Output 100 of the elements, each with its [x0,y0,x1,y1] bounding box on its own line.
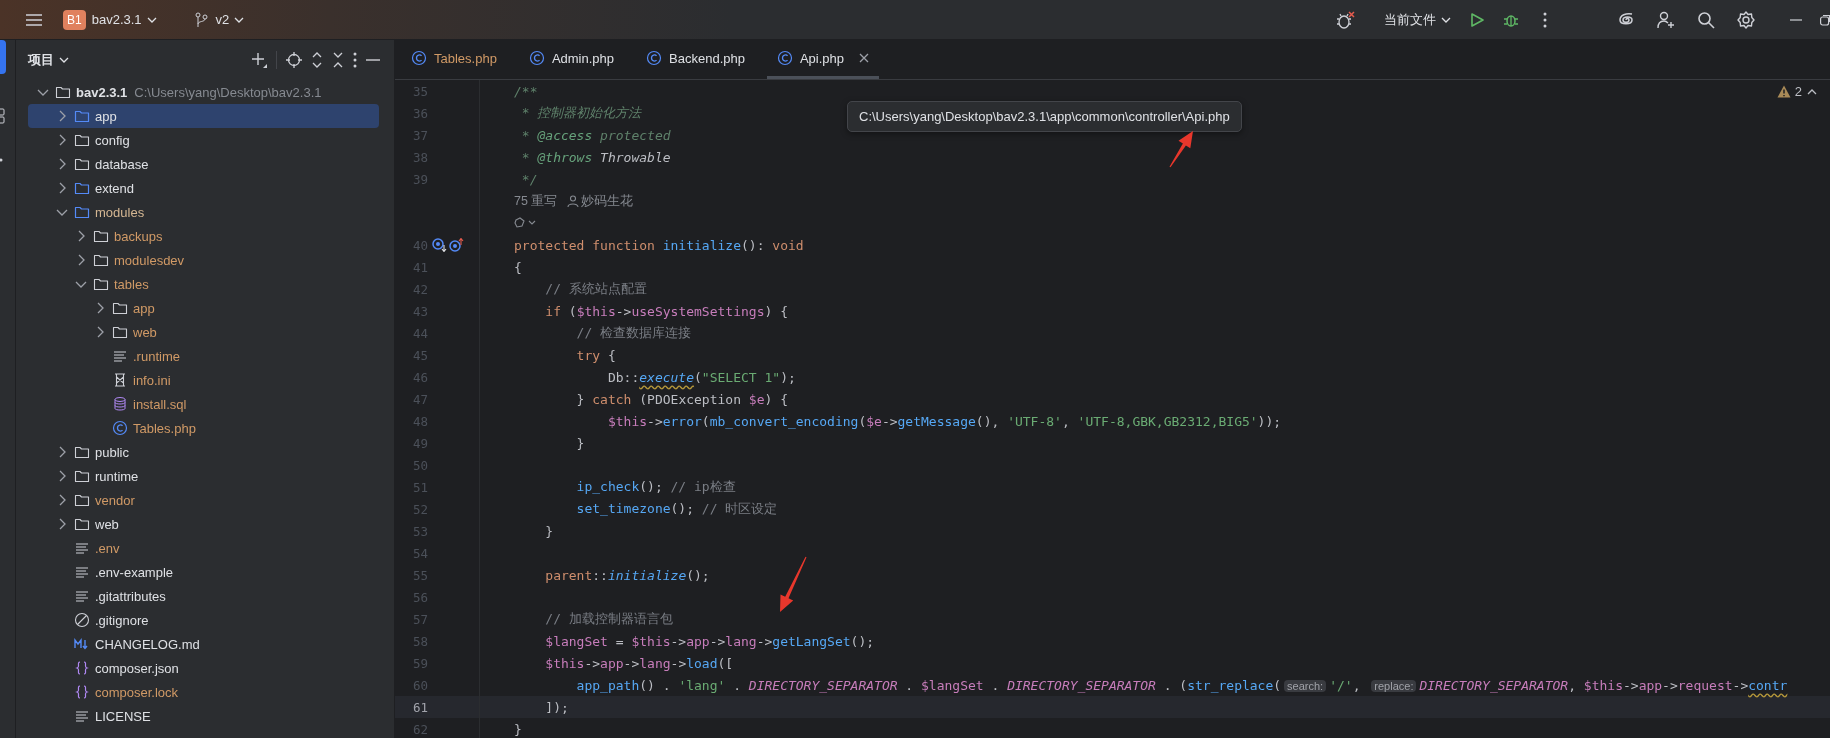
code-line: // 加载控制器语言包 [544,610,673,628]
collapse-icon[interactable] [332,52,344,68]
folder-icon [74,468,90,484]
tree-item[interactable]: .runtime [28,344,379,368]
code-line: } [513,721,522,737]
code-line: ]); [544,699,569,715]
tree-item[interactable]: CHANGELOG.md [28,632,379,656]
settings-icon[interactable] [1737,10,1755,29]
text-file-icon [112,348,128,364]
editor-tab[interactable]: Tables.php [401,40,519,79]
folder-icon [74,516,90,532]
tree-item[interactable]: LICENSE [28,704,379,728]
search-icon[interactable] [1697,10,1715,29]
tree-item[interactable]: .env-example [28,560,379,584]
implementation-marker-icon[interactable] [432,238,447,252]
warning-icon [1776,85,1791,98]
usages-hint[interactable]: 75 重写 [514,192,558,210]
project-view-selector[interactable]: 项目 [28,51,70,69]
tree-item[interactable]: web [28,512,379,536]
folder-icon [74,204,90,220]
more-icon[interactable] [353,52,357,68]
tree-item[interactable]: runtime [28,464,379,488]
tree-item[interactable]: extend [28,176,379,200]
bug-icon[interactable] [1335,10,1355,29]
problems-indicator[interactable]: 2 [1776,84,1818,99]
folder-icon [112,324,128,340]
code-line: app_path() . 'lang' . DIRECTORY_SEPARATOR . $langSet . DIRECTORY_SEPARATOR . (str_replace( search: '/', replace: DIRECTORY_SEPARATOR, $this->app->request->contr [575,677,1788,693]
tree-item[interactable]: app [28,296,379,320]
class-icon [776,50,793,66]
add-user-icon[interactable] [1657,10,1675,29]
code-line: // 系统站点配置 [544,280,647,298]
code-line: ip_check(); // ip检查 [575,478,736,496]
tree-item[interactable]: database [28,152,379,176]
tree-item[interactable]: vendor [28,488,379,512]
folder-icon [74,180,90,196]
add-icon[interactable] [251,52,267,68]
project-badge: B1 [63,9,86,30]
editor-tab[interactable]: Admin.php [518,40,637,79]
file-path-tooltip: C:\Users\yang\Desktop\bav2.3.1\app\common\controller\Api.php [847,101,1242,132]
class-icon [646,50,663,66]
tree-item[interactable]: tables [28,272,379,296]
code-line: Db::execute("SELECT 1"); [606,369,796,385]
person-icon [567,195,580,207]
tree-item[interactable]: composer.json [28,656,379,680]
override-marker-icon[interactable] [449,238,464,252]
tree-item[interactable]: backups [28,224,379,248]
folder-icon [74,492,90,508]
code-line: set_timezone(); // 时区设定 [575,500,778,518]
tree-item[interactable]: composer.lock [28,680,379,704]
expand-icon[interactable] [311,52,323,68]
tree-item[interactable]: Tables.php [28,416,379,440]
tree-item[interactable]: modulesdev [28,248,379,272]
run-configuration-selector[interactable]: 当前文件 [1384,10,1452,29]
tree-item[interactable]: info.ini [28,368,379,392]
folder-icon [112,300,128,316]
folder-icon [55,84,71,100]
line-number: 61 [411,699,428,715]
more-icon[interactable] [1543,11,1547,28]
menu-icon[interactable] [25,11,43,28]
text-file-icon [74,708,90,724]
tree-item[interactable]: web [28,320,379,344]
project-selector[interactable]: bav2.3.1 [91,12,158,27]
locate-icon[interactable] [286,52,302,68]
class-icon [528,50,545,66]
tree-item[interactable]: config [28,128,379,152]
code-line: if ($this->useSystemSettings) { [544,303,788,319]
tree-item[interactable]: public [28,440,379,464]
code-line: } catch (PDOException $e) { [575,391,788,407]
editor-tab[interactable]: Api.php [766,40,880,79]
tree-item[interactable]: app [28,104,379,128]
braces-icon [74,684,90,700]
restore-icon[interactable] [1820,13,1830,26]
code-line: parent::initialize(); [544,567,710,583]
code-line: $this->error(mb_convert_encoding($e->getMessage(), 'UTF-8', 'UTF-8,GBK,GB2312,BIG5')); [606,413,1282,429]
code-line: protected function initialize(): void [513,237,804,253]
annotation-arrow [1169,131,1193,168]
editor-tab[interactable]: Backend.php [636,40,767,79]
branch-icon [193,11,208,28]
branch-selector[interactable]: v2 [193,11,246,28]
tree-item[interactable]: modules [28,200,379,224]
tree-item[interactable]: .gitignore [28,608,379,632]
code-line: } [575,435,585,451]
text-file-icon [74,540,90,556]
class-icon [411,50,427,66]
braces-icon [74,660,90,676]
tree-item[interactable]: install.sql [28,392,379,416]
code-line: } [544,523,554,539]
minimize-icon[interactable] [1790,18,1802,21]
code-line: // 检查数据库连接 [575,324,692,342]
code-line: * @throws Throwable [520,149,671,165]
class-icon [112,420,128,436]
code-line: try { [575,347,616,363]
close-icon[interactable] [859,53,870,63]
tree-item[interactable]: .gitattributes [28,584,379,608]
author-hint[interactable]: 妙码生花 [567,192,634,210]
code-line: $langSet = $this->app->lang->getLangSet(); [544,633,875,649]
tree-item[interactable]: bav2.3.1 C:\Users\yang\Desktop\bav2.3.1 [28,80,379,104]
run-icon[interactable] [1469,11,1485,28]
ignore-file-icon [74,612,90,628]
tree-item[interactable]: .env [28,536,379,560]
